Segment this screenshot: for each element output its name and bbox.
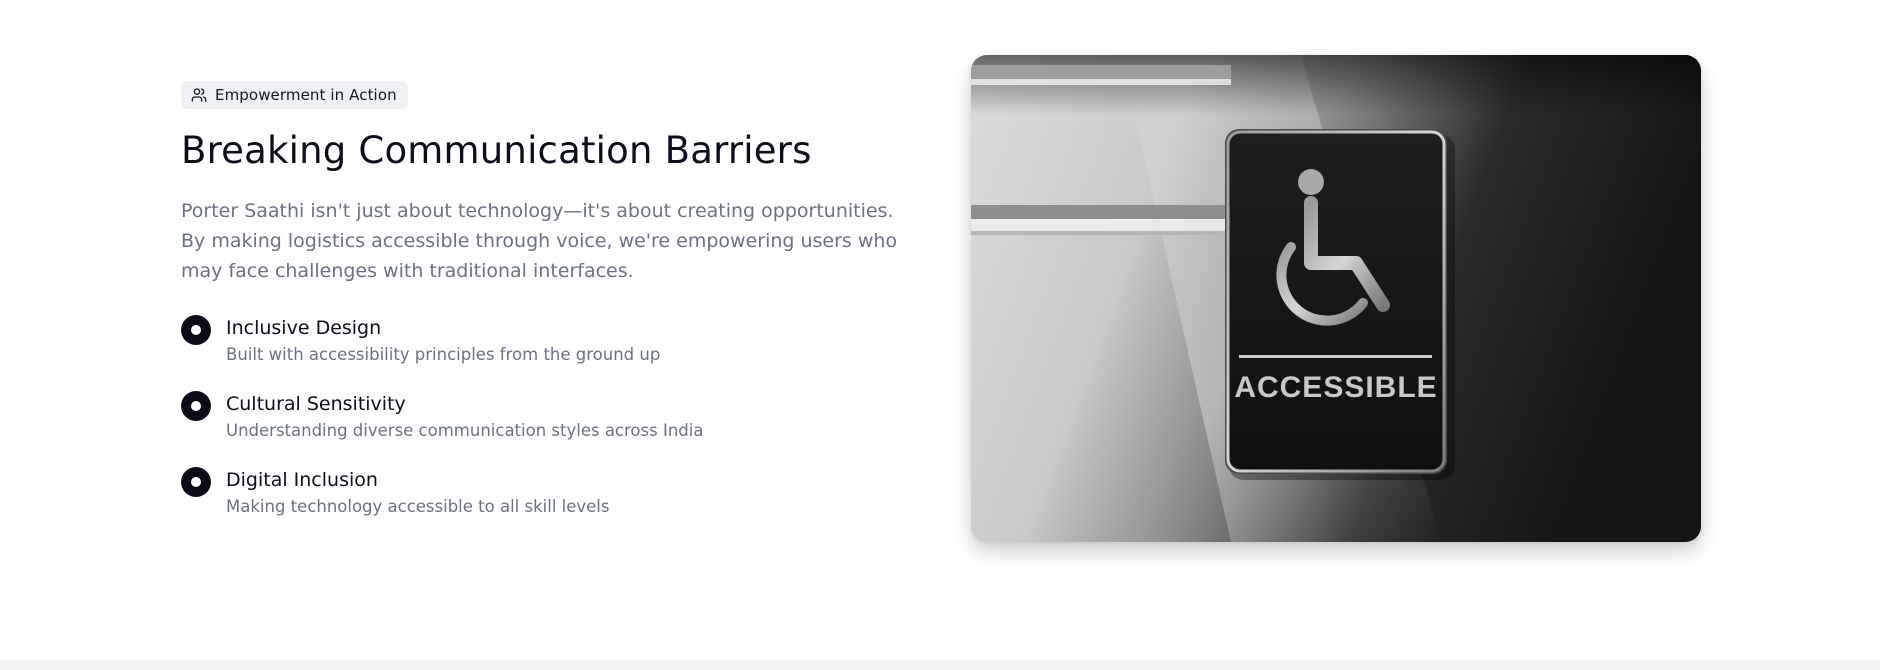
feature-title: Inclusive Design	[226, 317, 382, 339]
bullet-icon	[181, 315, 211, 345]
badge-label: Empowerment in Action	[215, 86, 397, 104]
accessible-sign: ACCESSIBLE	[1225, 129, 1455, 480]
feature-description: Understanding diverse communication styl…	[226, 421, 704, 440]
section-description: Porter Saathi isn't just about technolog…	[181, 200, 898, 282]
sign-text: ACCESSIBLE	[1234, 371, 1437, 404]
feature-description: Making technology accessible to all skil…	[226, 497, 610, 516]
feature-item-inclusive-design: Inclusive Design Built with accessibilit…	[181, 314, 921, 366]
feature-item-digital-inclusion: Digital Inclusion Making technology acce…	[181, 466, 921, 518]
section-title: Breaking Communication Barriers	[181, 129, 812, 172]
accessible-sign-image: ACCESSIBLE	[971, 55, 1701, 542]
feature-title: Cultural Sensitivity	[226, 393, 406, 415]
content-column: Empowerment in Action Breaking Communica…	[181, 81, 921, 542]
users-icon	[191, 87, 207, 103]
feature-item-cultural-sensitivity: Cultural Sensitivity Understanding diver…	[181, 390, 921, 442]
feature-description: Built with accessibility principles from…	[226, 345, 661, 364]
bullet-icon	[181, 391, 211, 421]
bullet-icon	[181, 467, 211, 497]
section-badge: Empowerment in Action	[181, 81, 408, 109]
feature-title: Digital Inclusion	[226, 469, 378, 491]
empowerment-section: Empowerment in Action Breaking Communica…	[0, 0, 1880, 670]
feature-list: Inclusive Design Built with accessibilit…	[181, 314, 921, 518]
footer-divider	[0, 660, 1880, 670]
